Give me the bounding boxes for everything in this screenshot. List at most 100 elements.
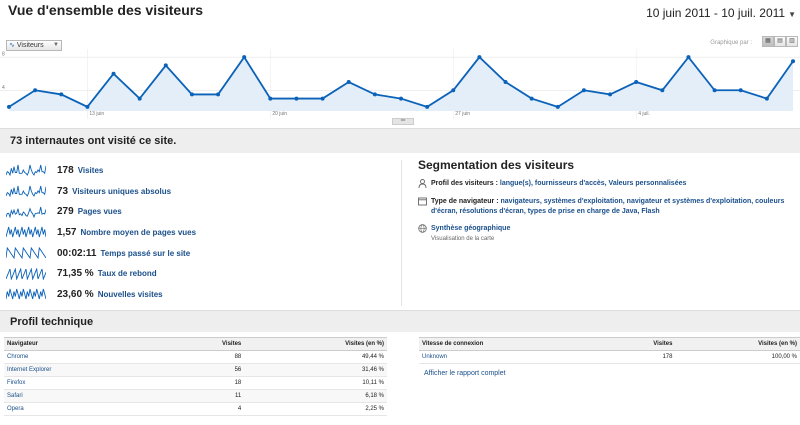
sparkline-icon: [6, 247, 46, 260]
browser-heading: Type de navigateur :: [431, 198, 499, 205]
profile-link[interactable]: fournisseurs d'accès: [535, 180, 605, 187]
metric-link[interactable]: Visites: [78, 166, 104, 175]
row-name-link[interactable]: Unknown: [419, 350, 606, 364]
browser-type-link[interactable]: systèmes d'exploitation: [544, 198, 623, 205]
connection-speed-table: Vitesse de connexion Visites Visites (en…: [419, 337, 800, 364]
data-point[interactable]: [660, 88, 665, 93]
x-tick-label: 4 juil.: [638, 111, 650, 117]
graph-week-button[interactable]: ▤: [774, 36, 786, 47]
data-point[interactable]: [764, 96, 769, 101]
x-tick-label: 13 juin: [89, 111, 104, 117]
browser-type-link[interactable]: navigateur et systèmes d'exploitation: [627, 198, 752, 205]
data-point[interactable]: [477, 55, 482, 60]
data-point[interactable]: [608, 92, 613, 97]
column-header[interactable]: Visites (en %): [244, 337, 387, 351]
table-cell: 18: [164, 376, 245, 390]
full-report-link[interactable]: Afficher le rapport complet: [424, 370, 506, 377]
data-point[interactable]: [686, 55, 691, 60]
date-range-picker[interactable]: 10 juin 2011 - 10 juil. 2011 ▼: [646, 6, 796, 20]
page-title: Vue d'ensemble des visiteurs: [8, 2, 204, 18]
geo-link[interactable]: Synthèse géographique: [431, 225, 510, 232]
profile-link[interactable]: langue(s): [500, 180, 531, 187]
metric-link[interactable]: Visiteurs uniques absolus: [72, 187, 171, 196]
data-point[interactable]: [399, 96, 403, 101]
graph-month-button[interactable]: ▥: [786, 36, 798, 47]
table-cell: 100,00 %: [675, 350, 800, 364]
data-point[interactable]: [7, 104, 11, 109]
row-name-link[interactable]: Safari: [4, 389, 165, 403]
data-point[interactable]: [33, 88, 38, 93]
metric-value: 178: [57, 164, 74, 176]
column-header[interactable]: Visites (en %): [675, 337, 800, 351]
metric-row: 279 Pages vues: [6, 201, 196, 222]
x-tick-label: 20 juin: [272, 111, 287, 117]
table-cell: 2,25 %: [244, 402, 387, 416]
metric-value: 23,60 %: [57, 288, 94, 300]
data-point[interactable]: [85, 104, 90, 109]
row-name-link[interactable]: Firefox: [4, 376, 165, 390]
data-point[interactable]: [242, 55, 247, 60]
data-point[interactable]: [320, 96, 325, 101]
data-point[interactable]: [712, 88, 717, 93]
data-point[interactable]: [581, 88, 586, 93]
data-point[interactable]: [634, 80, 639, 84]
metric-link[interactable]: Nombre moyen de pages vues: [80, 228, 196, 237]
metric-value: 1,57: [57, 226, 77, 238]
column-header[interactable]: Visites: [605, 337, 676, 351]
metric-row: 178 Visites: [6, 160, 196, 181]
browser-type-link[interactable]: résolutions d'écran: [460, 208, 524, 215]
profile-link[interactable]: Valeurs personnalisées: [609, 180, 687, 187]
row-name-link[interactable]: Internet Explorer: [4, 363, 165, 377]
table-row: Chrome 88 49,44 %: [4, 350, 387, 364]
metric-row: 23,60 % Nouvelles visites: [6, 284, 196, 305]
table-row: Unknown 178 100,00 %: [419, 350, 800, 364]
metric-link[interactable]: Pages vues: [78, 207, 122, 216]
browser-type-link[interactable]: Flash: [641, 208, 659, 215]
data-point[interactable]: [451, 88, 456, 93]
data-point[interactable]: [346, 80, 351, 84]
data-point[interactable]: [529, 96, 534, 101]
data-point[interactable]: [137, 96, 142, 101]
metric-row: 00:02:11 Temps passé sur le site: [6, 243, 196, 264]
sparkline-icon: [6, 206, 46, 218]
table-row: Safari 11 6,18 %: [4, 389, 387, 403]
globe-icon: [418, 224, 427, 233]
table-cell: 11: [164, 389, 245, 403]
data-point[interactable]: [791, 59, 795, 64]
data-point[interactable]: [738, 88, 743, 93]
table-cell: 6,18 %: [244, 389, 387, 403]
metric-link[interactable]: Nouvelles visites: [98, 290, 163, 299]
data-point[interactable]: [425, 104, 430, 109]
browser-type-link[interactable]: navigateurs: [501, 198, 540, 205]
area-fill: [9, 57, 793, 111]
graph-day-button[interactable]: ▦: [762, 36, 774, 47]
metric-link[interactable]: Temps passé sur le site: [100, 249, 190, 258]
y-tick-label: 8: [2, 52, 5, 58]
column-header[interactable]: Visites: [164, 337, 245, 351]
profile-heading: Profil des visiteurs :: [431, 180, 498, 187]
data-point[interactable]: [555, 104, 560, 109]
window-icon: [418, 197, 427, 206]
summary-bar: 73 internautes ont visité ce site.: [0, 128, 800, 153]
data-point[interactable]: [189, 92, 194, 97]
browser-type-link[interactable]: types de prise en charge de Java: [528, 208, 638, 215]
metric-link[interactable]: Taux de rebond: [98, 269, 157, 278]
row-name-link[interactable]: Chrome: [4, 350, 165, 364]
column-header[interactable]: Vitesse de connexion: [419, 337, 606, 351]
row-name-link[interactable]: Opera: [4, 402, 165, 416]
date-range-label: 10 juin 2011 - 10 juil. 2011: [646, 6, 786, 20]
data-point[interactable]: [372, 92, 377, 97]
chart-resize-handle[interactable]: ═: [392, 118, 414, 125]
column-header[interactable]: Navigateur: [4, 337, 165, 351]
data-point[interactable]: [503, 80, 508, 84]
data-point[interactable]: [216, 92, 221, 97]
data-point[interactable]: [294, 96, 299, 101]
data-point[interactable]: [163, 63, 168, 68]
table-row: Opera 4 2,25 %: [4, 402, 387, 416]
table-row: Internet Explorer 56 31,46 %: [4, 363, 387, 377]
data-point[interactable]: [268, 96, 273, 101]
visitors-chart: 8 4 13 juin 20 juin 27 juin 4 juil.: [0, 49, 800, 119]
data-point[interactable]: [111, 71, 116, 76]
data-point[interactable]: [59, 92, 64, 97]
sparkline-icon: [6, 165, 46, 177]
